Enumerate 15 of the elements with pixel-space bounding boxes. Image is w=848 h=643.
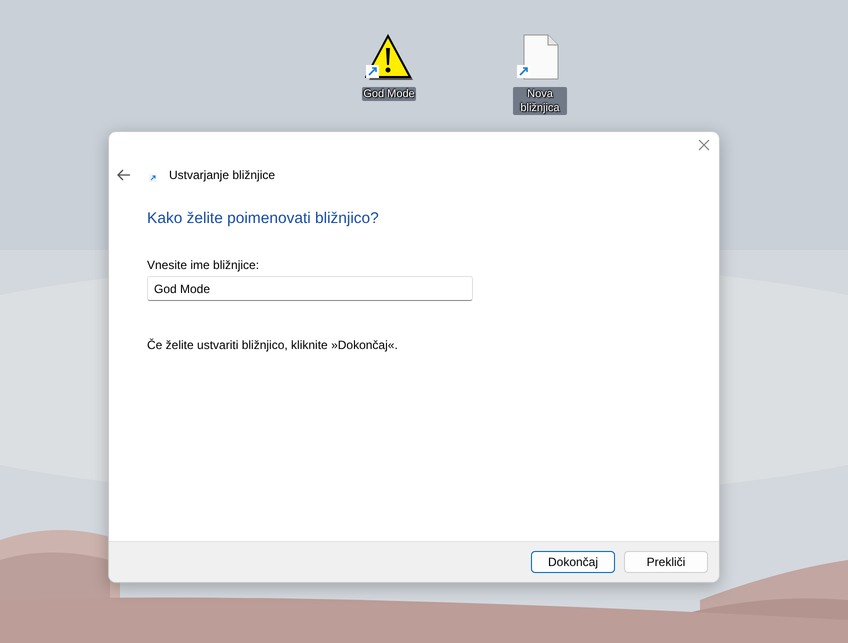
field-label: Vnesite ime bližnjice: <box>147 258 260 272</box>
finish-button[interactable]: Dokončaj <box>531 551 615 573</box>
shortcut-icon <box>149 174 157 182</box>
warning-icon[interactable] <box>365 33 413 81</box>
shortcut-arrow-icon <box>517 65 530 78</box>
name-input-field[interactable]: God Mode <box>147 276 473 301</box>
wizard-title: Ustvarjanje bližnjice <box>169 168 276 182</box>
cancel-button[interactable]: Prekliči <box>624 551 708 573</box>
desktop-icon-label[interactable]: Nova bližnjica <box>513 87 567 115</box>
shortcut-arrow-icon <box>366 65 379 78</box>
close-icon[interactable] <box>697 138 711 152</box>
desktop-icon-label[interactable]: God Mode <box>362 87 416 101</box>
instruction-text: Če želite ustvariti bližnjico, kliknite »Dokončaj«. <box>147 338 399 352</box>
wizard-heading: Kako želite poimenovati bližnjico? <box>147 210 380 228</box>
back-arrow-icon[interactable] <box>117 168 131 182</box>
